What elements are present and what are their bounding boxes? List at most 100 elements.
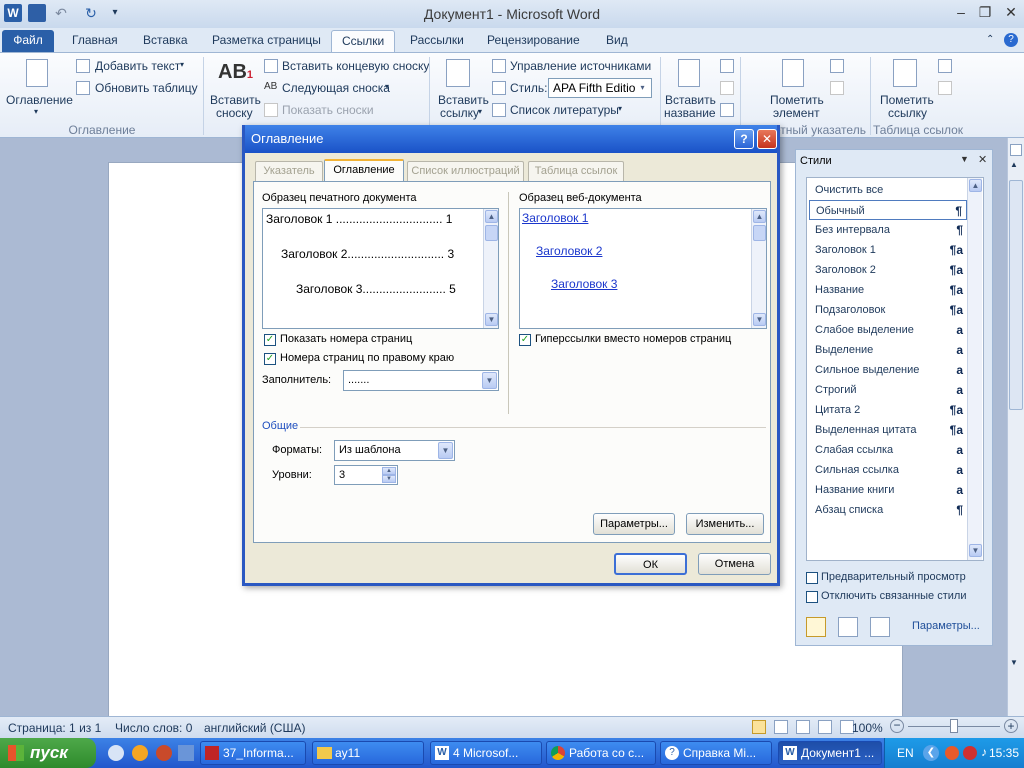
insert-caption-line1[interactable]: Вставить	[665, 93, 716, 107]
language-indicator[interactable]: английский (США)	[204, 721, 305, 735]
tab-file[interactable]: Файл	[2, 30, 54, 52]
tab-home[interactable]: Главная	[62, 30, 128, 52]
style-inspector-icon[interactable]	[838, 617, 858, 637]
full-screen-icon[interactable]	[774, 720, 788, 734]
styles-scrollbar[interactable]: ▲ ▼	[967, 178, 982, 560]
tab-index[interactable]: Указатель	[255, 161, 323, 181]
quicklaunch-icon[interactable]	[178, 745, 194, 761]
close-icon[interactable]: ✕	[978, 153, 987, 166]
update-index-icon[interactable]	[830, 81, 844, 95]
leader-combobox[interactable]: ....... ▼	[343, 370, 499, 391]
style-item[interactable]: Обычный ¶	[809, 200, 967, 220]
tab-authorities[interactable]: Таблица ссылок	[528, 161, 624, 181]
clock[interactable]: 15:35	[989, 746, 1019, 760]
formats-combobox[interactable]: Из шаблона ▼	[334, 440, 455, 461]
page-count[interactable]: Страница: 1 из 1	[8, 721, 101, 735]
tab-review[interactable]: Рецензирование	[477, 30, 590, 52]
tab-page-layout[interactable]: Разметка страницы	[202, 30, 331, 52]
scroll-thumb[interactable]	[1009, 180, 1023, 410]
style-item[interactable]: Сильное выделение a	[809, 360, 967, 380]
style-item[interactable]: Выделение a	[809, 340, 967, 360]
style-item[interactable]: Слабая ссылка a	[809, 440, 967, 460]
styles-options-link[interactable]: Параметры...	[912, 620, 980, 632]
insert-toa-icon[interactable]	[938, 59, 952, 73]
mark-entry-line1[interactable]: Пометить	[770, 93, 824, 107]
style-item[interactable]: Заголовок 1 ¶a	[809, 240, 967, 260]
print-layout-icon[interactable]	[752, 720, 766, 734]
insert-footnote-line2[interactable]: сноску	[216, 106, 253, 120]
style-combobox[interactable]: APA Fifth Edition ▾	[548, 78, 652, 98]
zoom-in-icon[interactable]: +	[1004, 719, 1018, 733]
tab-toc[interactable]: Оглавление	[324, 159, 404, 182]
quicklaunch-icon[interactable]	[108, 745, 124, 761]
ok-button[interactable]: ОК	[614, 553, 687, 575]
modify-button[interactable]: Изменить...	[686, 513, 764, 535]
minimize-ribbon-icon[interactable]: ⌃	[986, 34, 994, 45]
preview-checkbox[interactable]	[806, 572, 818, 584]
bibliography-button[interactable]: Список литературы	[510, 103, 619, 117]
vertical-scrollbar[interactable]: ▲ ▼	[1007, 138, 1024, 716]
manage-styles-icon[interactable]	[870, 617, 890, 637]
disable-linked-checkbox[interactable]	[806, 591, 818, 603]
scroll-down-icon[interactable]: ▼	[753, 313, 766, 326]
scroll-down-icon[interactable]: ▼	[1010, 658, 1018, 667]
dialog-help-button[interactable]: ?	[734, 129, 754, 149]
tab-figures[interactable]: Список иллюстраций	[407, 161, 524, 181]
language-indicator[interactable]: EN	[897, 746, 914, 760]
insert-citation-line1[interactable]: Вставить	[438, 93, 489, 107]
update-table-button[interactable]: Обновить таблицу	[95, 81, 198, 95]
next-footnote-button[interactable]: Следующая сноска	[282, 81, 390, 95]
insert-caption-line2[interactable]: название	[664, 106, 716, 120]
update-toa-icon[interactable]	[938, 81, 952, 95]
outline-icon[interactable]	[818, 720, 832, 734]
levels-spinner[interactable]: 3 ▲ ▼	[334, 465, 398, 485]
quicklaunch-icon[interactable]	[156, 745, 172, 761]
style-item[interactable]: Выделенная цитата ¶a	[809, 420, 967, 440]
web-layout-icon[interactable]	[796, 720, 810, 734]
chevron-down-icon[interactable]: ▾	[635, 80, 650, 96]
style-item[interactable]: Название ¶a	[809, 280, 967, 300]
new-style-icon[interactable]	[806, 617, 826, 637]
taskbar-item[interactable]: W 4 Microsof...	[430, 741, 542, 765]
close-window-button[interactable]: ✕	[1000, 4, 1022, 22]
tray-icon[interactable]	[945, 746, 959, 760]
zoom-level[interactable]: 100%	[852, 721, 883, 735]
tab-references[interactable]: Ссылки	[331, 30, 396, 52]
style-item[interactable]: Сильная ссылка a	[809, 460, 967, 480]
tray-icon[interactable]	[963, 746, 977, 760]
start-button[interactable]: пуск	[0, 738, 96, 768]
tray-arrow-icon[interactable]: ❮	[923, 745, 939, 761]
mark-citation-line2[interactable]: ссылку	[888, 106, 927, 120]
tab-view[interactable]: Вид	[596, 30, 638, 52]
style-item[interactable]: Название книги a	[809, 480, 967, 500]
options-button[interactable]: Параметры...	[593, 513, 675, 535]
mark-citation-line1[interactable]: Пометить	[880, 93, 934, 107]
insert-footnote-line1[interactable]: Вставить	[210, 93, 261, 107]
taskbar-item[interactable]: ay11	[312, 741, 424, 765]
style-item[interactable]: Очистить все	[809, 180, 967, 200]
spin-up-icon[interactable]: ▲	[382, 467, 396, 475]
ruler-toggle-icon[interactable]	[1010, 144, 1022, 156]
dialog-close-button[interactable]: ✕	[757, 129, 777, 149]
insert-endnote-button[interactable]: Вставить концевую сноску	[282, 59, 429, 73]
maximize-button[interactable]: ❐	[974, 4, 996, 22]
chevron-down-icon[interactable]: ▼	[960, 154, 969, 164]
manage-sources-button[interactable]: Управление источниками	[510, 59, 651, 73]
insert-index-icon[interactable]	[830, 59, 844, 73]
spin-down-icon[interactable]: ▼	[382, 475, 396, 483]
insert-table-of-figures-icon[interactable]	[720, 59, 734, 73]
zoom-out-icon[interactable]: −	[890, 719, 904, 733]
help-icon[interactable]: ?	[1004, 33, 1018, 47]
style-item[interactable]: Строгий a	[809, 380, 967, 400]
taskbar-item[interactable]: Работа со с...	[546, 741, 656, 765]
word-count[interactable]: Число слов: 0	[115, 721, 192, 735]
toc-button[interactable]: Оглавление	[6, 93, 73, 107]
quicklaunch-icon[interactable]	[132, 745, 148, 761]
add-text-button[interactable]: Добавить текст	[95, 59, 180, 73]
style-item[interactable]: Подзаголовок ¶a	[809, 300, 967, 320]
show-page-numbers-checkbox[interactable]: ✓	[264, 334, 276, 346]
style-item[interactable]: Слабое выделение a	[809, 320, 967, 340]
scroll-thumb[interactable]	[485, 225, 498, 241]
scroll-up-icon[interactable]: ▲	[753, 210, 766, 223]
web-preview-scrollbar[interactable]: ▲ ▼	[751, 209, 766, 328]
